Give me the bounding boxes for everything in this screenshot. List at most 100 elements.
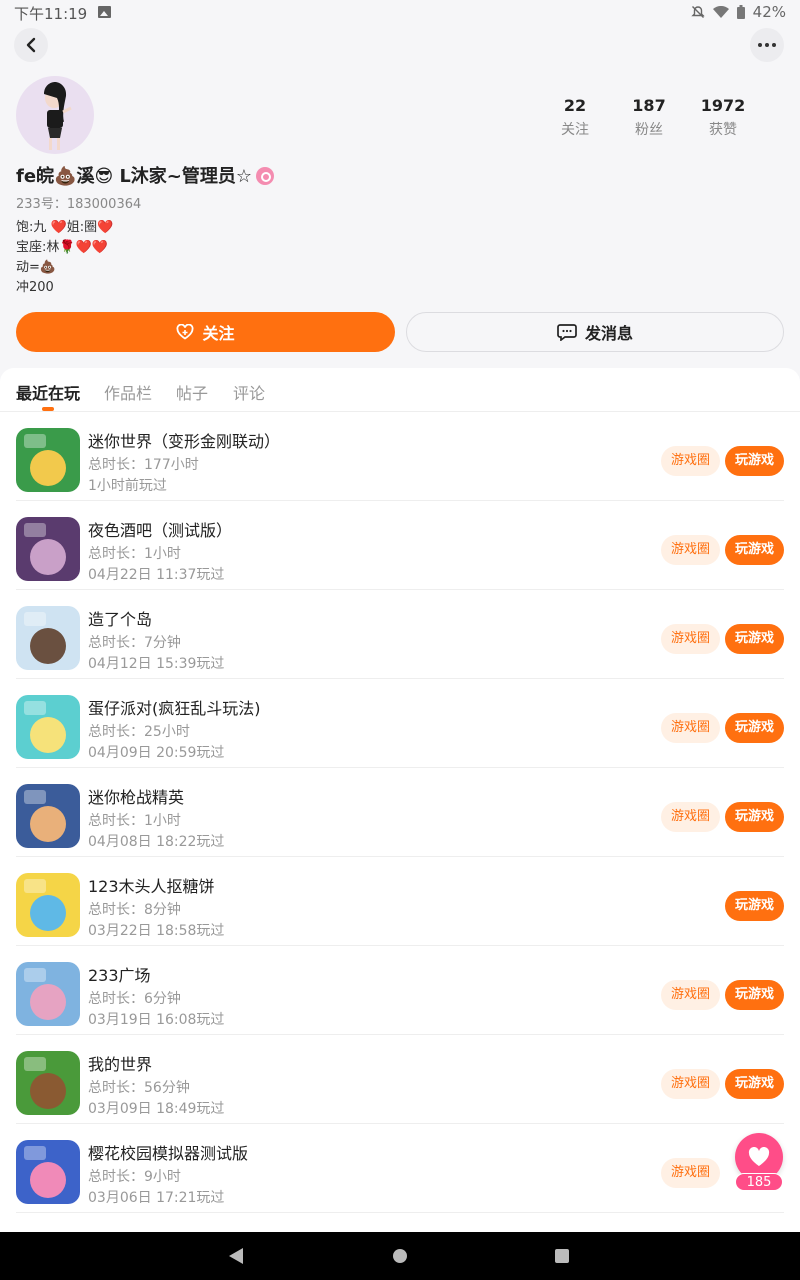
bio-line: 饱:九 ❤️姐:圈❤️	[16, 220, 114, 235]
stat-fans[interactable]: 187 粉丝	[612, 96, 686, 139]
game-icon[interactable]	[16, 873, 80, 937]
game-circle-button[interactable]: 游戏圈	[660, 713, 720, 743]
heart-icon	[748, 1147, 770, 1166]
play-game-button[interactable]: 玩游戏	[724, 535, 784, 565]
nav-home-icon[interactable]	[393, 1249, 407, 1263]
game-circle-button[interactable]: 游戏圈	[660, 624, 720, 654]
play-game-button[interactable]: 玩游戏	[724, 1069, 784, 1099]
game-icon[interactable]	[16, 1140, 80, 1204]
game-row[interactable]: 造了个岛 总时长：7分钟 04月12日 15:39玩过 游戏圈 玩游戏	[16, 590, 784, 679]
game-last-played: 03月22日 18:58玩过	[88, 923, 225, 939]
battery-level: 42%	[752, 3, 786, 21]
game-list: 迷你世界（变形金刚联动） 总时长：177小时 1小时前玩过 游戏圈 玩游戏 夜色…	[0, 412, 800, 1213]
chevron-left-icon	[26, 37, 36, 53]
game-icon[interactable]	[16, 428, 80, 492]
heart-plus-icon	[177, 324, 194, 340]
game-total-time: 总时长：56分钟	[88, 1080, 190, 1096]
game-title: 迷你枪战精英	[88, 788, 185, 807]
nav-recents-icon[interactable]	[555, 1249, 569, 1263]
play-game-button[interactable]: 玩游戏	[724, 891, 784, 921]
status-bar: 下午11:19 42%	[0, 0, 800, 26]
stat-label: 粉丝	[635, 122, 663, 138]
message-label: 发消息	[584, 324, 633, 343]
message-button[interactable]: 发消息	[406, 312, 784, 352]
content-card: 最近在玩 作品栏 帖子 评论 迷你世界（变形金刚联动） 总时长：177小时 1小…	[0, 368, 800, 1232]
game-row[interactable]: 我的世界 总时长：56分钟 03月09日 18:49玩过 游戏圈 玩游戏	[16, 1035, 784, 1124]
game-icon[interactable]	[16, 517, 80, 581]
play-game-button[interactable]: 玩游戏	[724, 980, 784, 1010]
stat-likes[interactable]: 1972 获赞	[686, 96, 760, 139]
nickname: fe皖💩溪😎 ᒪ沐家~管理员☆	[16, 166, 252, 187]
game-row[interactable]: 夜色酒吧（测试版） 总时长：1小时 04月22日 11:37玩过 游戏圈 玩游戏	[16, 501, 784, 590]
game-row[interactable]: 233广场 总时长：6分钟 03月19日 16:08玩过 游戏圈 玩游戏	[16, 946, 784, 1035]
stat-label: 获赞	[709, 122, 737, 138]
tab-indicator	[42, 407, 54, 411]
game-title: 蛋仔派对(疯狂乱斗玩法)	[88, 699, 261, 718]
game-title: 233广场	[88, 966, 151, 985]
game-circle-button[interactable]: 游戏圈	[660, 1069, 720, 1099]
tab-posts[interactable]: 帖子	[176, 380, 208, 404]
battery-icon	[736, 5, 745, 19]
game-circle-button[interactable]: 游戏圈	[660, 802, 720, 832]
game-icon[interactable]	[16, 1051, 80, 1115]
chat-bubble-icon	[557, 324, 577, 341]
game-icon[interactable]	[16, 606, 80, 670]
play-game-button[interactable]: 玩游戏	[724, 713, 784, 743]
game-last-played: 04月22日 11:37玩过	[88, 567, 225, 583]
game-last-played: 03月09日 18:49玩过	[88, 1101, 225, 1117]
stat-number: 1972	[700, 96, 746, 115]
game-circle-button[interactable]: 游戏圈	[660, 1158, 720, 1188]
game-title: 迷你世界（变形金刚联动）	[88, 432, 281, 451]
game-last-played: 04月09日 20:59玩过	[88, 745, 225, 761]
follow-label: 关注	[202, 324, 235, 343]
avatar-figure-icon	[44, 82, 72, 150]
play-game-button[interactable]: 玩游戏	[724, 624, 784, 654]
nickname-row: fe皖💩溪😎 ᒪ沐家~管理员☆	[16, 162, 274, 188]
game-total-time: 总时长：8分钟	[88, 902, 181, 918]
game-circle-button[interactable]: 游戏圈	[660, 980, 720, 1010]
game-row[interactable]: 蛋仔派对(疯狂乱斗玩法) 总时长：25小时 04月09日 20:59玩过 游戏圈…	[16, 679, 784, 768]
follow-button[interactable]: 关注	[16, 312, 395, 352]
game-total-time: 总时长：9小时	[88, 1169, 181, 1185]
system-nav-bar	[0, 1232, 800, 1280]
game-icon[interactable]	[16, 962, 80, 1026]
game-icon[interactable]	[16, 695, 80, 759]
game-total-time: 总时长：6分钟	[88, 991, 181, 1007]
user-id: 233号：183000364	[16, 197, 142, 212]
stat-label: 关注	[561, 122, 589, 138]
game-title: 我的世界	[88, 1055, 153, 1074]
game-last-played: 1小时前玩过	[88, 478, 167, 494]
play-game-button[interactable]: 玩游戏	[724, 802, 784, 832]
more-options-button[interactable]	[750, 28, 784, 62]
bio-line: 冲200	[16, 280, 54, 295]
mute-icon	[690, 5, 705, 19]
tab-comments[interactable]: 评论	[233, 380, 265, 404]
game-row[interactable]: 樱花校园模拟器测试版 总时长：9小时 03月06日 17:21玩过 游戏圈	[16, 1124, 784, 1213]
back-button[interactable]	[14, 28, 48, 62]
avatar[interactable]	[16, 76, 94, 154]
badge-icon[interactable]	[255, 167, 274, 185]
tab-bar: 最近在玩 作品栏 帖子 评论	[0, 368, 800, 412]
stat-number: 22	[563, 96, 587, 115]
game-total-time: 总时长：1小时	[88, 813, 181, 829]
game-last-played: 03月19日 16:08玩过	[88, 1012, 225, 1028]
game-circle-button[interactable]: 游戏圈	[660, 446, 720, 476]
stat-following[interactable]: 22 关注	[538, 96, 612, 139]
game-row[interactable]: 迷你世界（变形金刚联动） 总时长：177小时 1小时前玩过 游戏圈 玩游戏	[16, 412, 784, 501]
game-last-played: 04月08日 18:22玩过	[88, 834, 225, 850]
bio: 饱:九 ❤️姐:圈❤️ 宝座:林🌹❤️❤️ 动=💩 冲200	[16, 218, 113, 298]
game-title: 夜色酒吧（测试版）	[88, 521, 233, 540]
floating-like-count: 185	[735, 1173, 783, 1191]
game-icon[interactable]	[16, 784, 80, 848]
play-game-button[interactable]: 玩游戏	[724, 446, 784, 476]
tab-recent-playing[interactable]: 最近在玩	[16, 380, 80, 404]
more-dot	[765, 43, 769, 47]
game-title: 123木头人抠糖饼	[88, 877, 215, 896]
more-dot	[772, 43, 776, 47]
nav-back-icon[interactable]	[229, 1248, 243, 1264]
game-title: 樱花校园模拟器测试版	[88, 1144, 249, 1163]
game-row[interactable]: 123木头人抠糖饼 总时长：8分钟 03月22日 18:58玩过 玩游戏	[16, 857, 784, 946]
game-row[interactable]: 迷你枪战精英 总时长：1小时 04月08日 18:22玩过 游戏圈 玩游戏	[16, 768, 784, 857]
tab-works[interactable]: 作品栏	[104, 380, 152, 404]
game-circle-button[interactable]: 游戏圈	[660, 535, 720, 565]
